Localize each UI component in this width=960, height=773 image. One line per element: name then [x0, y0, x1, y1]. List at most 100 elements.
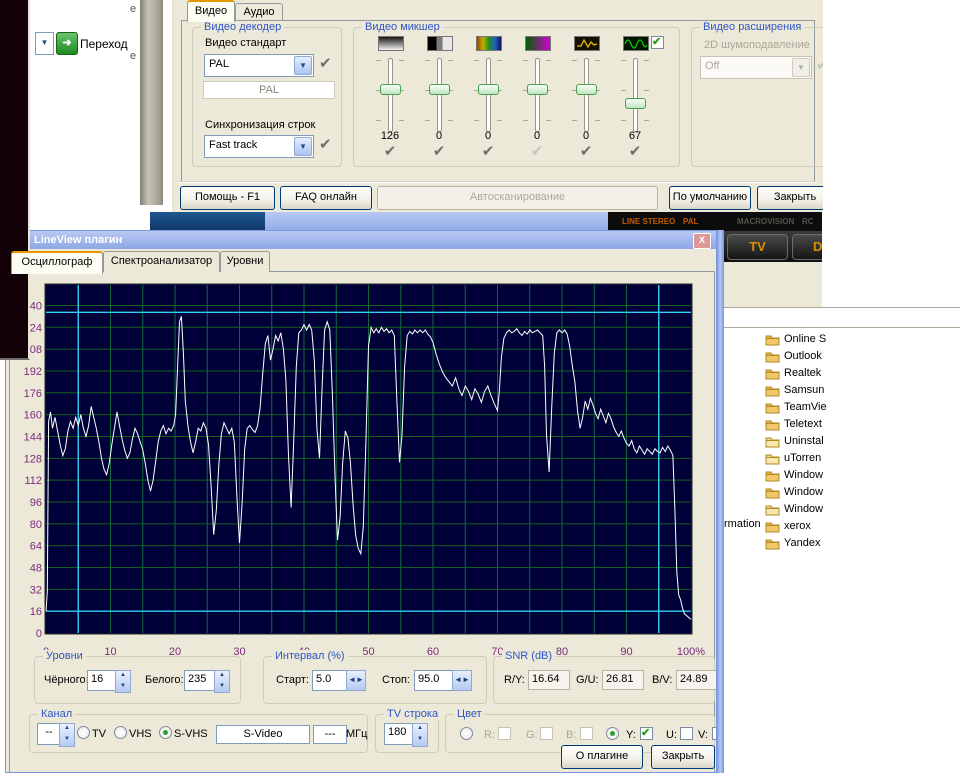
- y-axis-tick-label: 0: [36, 628, 42, 640]
- channel-stepper[interactable]: ▲▼: [59, 723, 75, 747]
- chevron-left-icon: ◄: [454, 675, 462, 684]
- folder-item[interactable]: Outlook: [724, 348, 960, 365]
- slider-knob[interactable]: [380, 84, 401, 95]
- channel-number-input[interactable]: --: [37, 723, 61, 745]
- stop-label: Стоп:: [382, 674, 410, 686]
- apply-check-icon[interactable]: ✔: [611, 142, 659, 160]
- y-axis-tick-label: 48: [30, 562, 42, 574]
- apply-check-icon[interactable]: ✔: [513, 142, 561, 160]
- folder-item[interactable]: Window: [724, 501, 960, 518]
- slider-tick: [523, 60, 528, 61]
- folder-item[interactable]: Online S: [724, 331, 960, 348]
- interval-group-label: Интервал (%): [272, 650, 348, 662]
- skin-button-tv[interactable]: TV: [727, 234, 788, 260]
- folder-item[interactable]: Realtek: [724, 365, 960, 382]
- folder-name: Window: [784, 484, 823, 501]
- black-level-input[interactable]: 16: [87, 670, 117, 691]
- start-stepper[interactable]: ◄►: [346, 670, 366, 691]
- slider-knob[interactable]: [527, 84, 548, 95]
- button-закрыть[interactable]: Закрыть: [757, 186, 823, 210]
- video-standard-select[interactable]: PAL ▼: [204, 54, 314, 77]
- folder-item[interactable]: Window: [724, 484, 960, 501]
- y-axis-tick-label: 64: [30, 541, 42, 553]
- slider-tick: [425, 60, 430, 61]
- mixer-slider-column: 0✔: [562, 28, 610, 166]
- radio-vhs[interactable]: [114, 726, 127, 739]
- tab-уровни[interactable]: Уровни: [220, 251, 270, 272]
- slider-tick: [621, 90, 626, 91]
- folder-item[interactable]: Window: [724, 467, 960, 484]
- slider-track[interactable]: [535, 58, 540, 132]
- slider-track[interactable]: [437, 58, 442, 132]
- tv-line-stepper[interactable]: ▲▼: [412, 723, 428, 747]
- tab-осциллограф[interactable]: Осциллограф: [11, 251, 103, 274]
- window-titlebar[interactable]: LineView плагин X: [6, 231, 716, 249]
- frequency-display: ---: [313, 725, 347, 744]
- apply-check-icon[interactable]: ✔: [319, 56, 332, 71]
- y-axis-tick-label: 32: [30, 584, 42, 596]
- radio-s-vhs[interactable]: [159, 726, 172, 739]
- tab-Видео[interactable]: Видео: [187, 0, 235, 22]
- noise-reduction-label: 2D шумоподавление: [704, 39, 810, 51]
- button-закрыть[interactable]: Закрыть: [651, 745, 715, 769]
- folder-item[interactable]: uTorren: [724, 450, 960, 467]
- stop-input[interactable]: 95.0: [414, 670, 454, 691]
- channel-group: Канал -- ▲▼ S-Video --- МГц TVVHSS-VHS: [29, 714, 368, 753]
- mixer-slider-column: 0✔: [415, 28, 463, 166]
- button-по-умолчанию[interactable]: По умолчанию: [669, 186, 751, 210]
- slider-knob[interactable]: [429, 84, 450, 95]
- slider-track[interactable]: [633, 58, 638, 132]
- video-decoder-group: Видео декодер Видео стандарт PAL ▼ ✔ PAL…: [192, 27, 342, 167]
- folder-item[interactable]: xerox: [724, 518, 960, 535]
- white-level-input[interactable]: 235: [184, 670, 218, 691]
- white-level-stepper[interactable]: ▲▼: [214, 670, 230, 693]
- folder-item[interactable]: Teletext: [724, 416, 960, 433]
- color-mode-radio[interactable]: [606, 727, 619, 740]
- slider-track[interactable]: [486, 58, 491, 132]
- color-checkbox[interactable]: [712, 727, 717, 740]
- go-button[interactable]: ➜: [56, 32, 78, 55]
- mixer-enable-checkbox[interactable]: [651, 36, 664, 49]
- slider-knob[interactable]: [625, 98, 646, 109]
- address-dropdown-button[interactable]: ▼: [35, 32, 54, 55]
- apply-check-icon[interactable]: ✔: [464, 142, 512, 160]
- chevron-down-icon: ▼: [60, 735, 74, 746]
- radio-label: VHS: [129, 728, 152, 740]
- black-level-stepper[interactable]: ▲▼: [115, 670, 131, 693]
- line-sync-select[interactable]: Fast track ▼: [204, 135, 314, 158]
- snr-label: G/U:: [576, 674, 599, 686]
- stop-stepper[interactable]: ◄►: [452, 670, 472, 691]
- color-checkbox[interactable]: [640, 727, 653, 740]
- folder-item[interactable]: Yandex: [724, 535, 960, 552]
- button-помощь-f1[interactable]: Помощь - F1: [180, 186, 275, 210]
- tab-Аудио[interactable]: Аудио: [235, 3, 283, 21]
- folder-item[interactable]: TeamVie: [724, 399, 960, 416]
- folder-name: Samsun: [784, 382, 824, 399]
- background-text-fragment: e: [130, 50, 136, 62]
- saturation-icon: [525, 36, 551, 51]
- skin-button-dv[interactable]: DV: [792, 234, 822, 260]
- apply-check-icon[interactable]: ✔: [562, 142, 610, 160]
- chevron-up-icon: ▲: [413, 724, 427, 735]
- slider-knob[interactable]: [576, 84, 597, 95]
- radio-tv[interactable]: [77, 726, 90, 739]
- folder-item[interactable]: Uninstal: [724, 433, 960, 450]
- slider-tick: [425, 120, 430, 121]
- start-input[interactable]: 5.0: [312, 670, 348, 691]
- slider-track[interactable]: [388, 58, 393, 132]
- video-mixer-group: Видео микшер 126✔0✔0✔0✔0✔67✔: [353, 27, 680, 167]
- color-mode-radio[interactable]: [460, 727, 473, 740]
- button-о-плагине[interactable]: О плагине: [561, 745, 643, 769]
- slider-tick: [523, 120, 528, 121]
- slider-knob[interactable]: [478, 84, 499, 95]
- tab-спектроанализатор[interactable]: Спектроанализатор: [103, 251, 220, 272]
- slider-track[interactable]: [584, 58, 589, 132]
- apply-check-icon[interactable]: ✔: [415, 142, 463, 160]
- apply-check-icon[interactable]: ✔: [319, 137, 332, 152]
- close-icon[interactable]: X: [693, 233, 711, 249]
- folder-item[interactable]: Samsun: [724, 382, 960, 399]
- button-faq-онлайн[interactable]: FAQ онлайн: [280, 186, 372, 210]
- apply-check-icon[interactable]: ✔: [366, 142, 414, 160]
- chevron-down-icon: ▼: [792, 58, 810, 77]
- color-checkbox[interactable]: [680, 727, 693, 740]
